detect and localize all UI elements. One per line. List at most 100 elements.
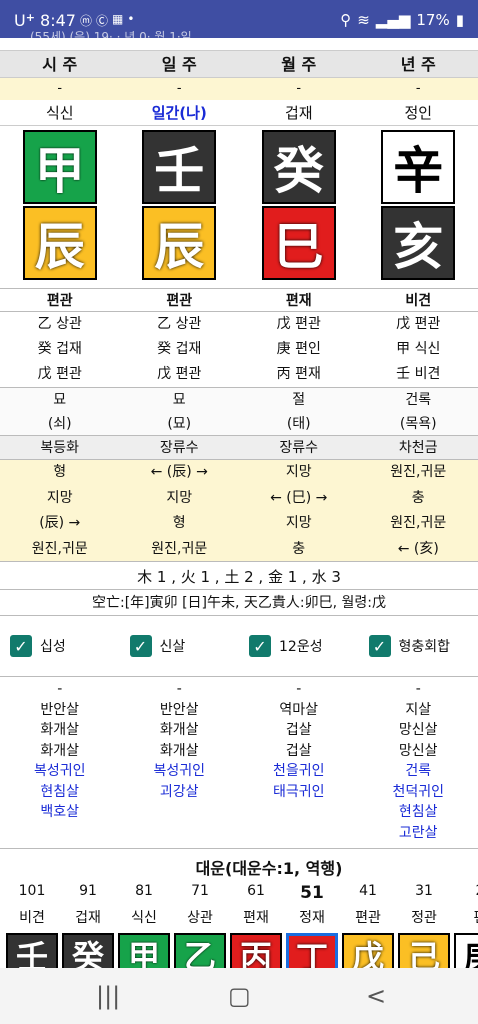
sinsal-item: 역마살 [279,701,319,718]
checkbox-12-unsung[interactable]: ✓ 12운성 [239,630,359,662]
relation-cell: 충 [292,540,306,557]
daewoon-tile[interactable]: 癸 [62,933,114,968]
dash-cell: - [57,81,63,96]
daewoon-title: 대운(대운수:1, 역행) [195,859,343,878]
heavenly-stem-tile[interactable]: 辛 [381,130,456,204]
earthly-branch-tile[interactable]: 亥 [381,206,456,280]
pillar-tiles: 甲 辰 壬 辰 癸 巳 辛 亥 [0,128,478,284]
hidden-stem: 戊 편관 [157,366,202,382]
daewoon-age: 91 [79,883,97,899]
daewoon-age: 61 [247,883,265,899]
daewoon-age: 41 [359,883,377,899]
status-bar: U+ 8:47 ⓜ Ⓒ ▦ • ⚲ ≋ ▂▄▆ 17% ▮ (55세) (음) … [0,0,478,44]
relation-cell: 원진,귀문 [31,540,88,557]
checkbox-relations[interactable]: ✓ 형충회합 [359,630,478,662]
daewoon-section: 대운(대운수:1, 역행) 101 91 81 71 61 51 41 31 2 비견 겁재 식신 상… [0,848,478,968]
heavenly-stem-tile[interactable]: 癸 [261,130,336,204]
sinsal-col: - 반안살 화개살 화개살 복성귀인 괴강살 [120,679,240,848]
checkbox-checked-icon[interactable]: ✓ [249,635,271,657]
unsung-row: 묘 (쇠) 묘 (묘) 절 (태) 건록 (목욕) [0,388,478,436]
earthly-branch-tile[interactable]: 辰 [22,206,97,280]
daewoon-role: 정재 [299,910,325,926]
guiin-item: 천덕귀인 [392,783,445,800]
daewoon-tile[interactable]: 庚 [454,933,478,968]
unsung-main: 건록 [405,392,432,408]
sinsal-columns: - 반안살 화개살 화개살 복성귀인 현침살 백호살 - 반안살 화개살 화개살… [0,676,478,848]
daewoon-tile[interactable]: 甲 [118,933,170,968]
header-day: 일 주 [161,55,197,74]
relation-cell: 형 [172,515,186,531]
earthly-branch-tile[interactable]: 辰 [142,206,217,280]
daewoon-tile[interactable]: 己 [398,933,450,968]
napeum-cell: 차천금 [398,440,438,456]
dash-cell: - [296,81,302,96]
hidden-stem: 戊 편관 [276,316,321,332]
daewoon-tile[interactable]: 丁 [286,933,338,968]
hidden-stem: 甲 식신 [396,341,441,357]
hidden-stems-col: 乙 상관 癸 겁재 戊 편관 [120,312,240,387]
home-button[interactable]: ▢ [228,982,251,1010]
unsung-main: 묘 [172,392,186,408]
unsung-sub: (쇠) [47,416,72,432]
relation-cell: ← (亥) [397,540,439,557]
header-subtitle: (55세) (음) 19· · 년 0· 월 1·일 [30,30,192,44]
sinsal-item: 겁살 [285,742,312,759]
sinsal-item: 반안살 [40,701,80,718]
dash-row: - - - - [0,78,478,100]
unsung-col: 절 (태) [239,388,359,436]
pillar-year: 辛 亥 [359,128,478,284]
daewoon-tile[interactable]: 丙 [230,933,282,968]
checkbox-checked-icon[interactable]: ✓ [368,635,391,657]
location-icon: ⚲ [340,11,352,29]
daewoon-ages: 101 91 81 71 61 51 41 31 2 [4,883,478,903]
daewoon-age: 31 [415,883,433,899]
sinsal-col: - 지살 망신살 망신살 건록 천덕귀인 현침살 고란살 [359,679,478,848]
napeum-cell: 장류수 [279,440,319,456]
signal-icon: ▂▄▆ [375,11,411,29]
daewoon-tile[interactable]: 乙 [174,933,226,968]
gongmang-line: 空亡:[年]寅卯 [日]午未, 天乙貴人:卯巳, 월령:戊 [0,590,478,616]
checkbox-ten-gods[interactable]: ✓ 십성 [0,630,120,662]
relation-cell: 지망 [285,515,312,531]
napeum-row: 복등화 장류수 장류수 차천금 [0,436,478,460]
battery-icon: ▮ [455,11,464,29]
daewoon-age: 101 [18,883,46,899]
pillar-hour: 甲 辰 [0,128,120,284]
checkbox-sinsal[interactable]: ✓ 신살 [120,630,240,662]
hidden-stems-col: 戊 편관 庚 편인 丙 편재 [239,312,359,387]
checkbox-label: 신살 [159,639,186,655]
daewoon-tiles[interactable]: 壬癸甲乙丙丁戊己庚 [4,933,478,968]
sinsal-col: - 반안살 화개살 화개살 복성귀인 현침살 백호살 [0,679,120,848]
daewoon-tile[interactable]: 戊 [342,933,394,968]
hidden-stem: 戊 편관 [396,316,441,332]
guiin-item: 건록 [405,763,432,779]
guiin-item: 태극귀인 [272,783,325,800]
sinsal-col: - 역마살 겁살 겁살 천을귀인 태극귀인 [239,679,359,848]
role-cell: 식신 [45,104,74,122]
guiin-item: 고란살 [398,824,438,841]
napeum-cell: 복등화 [40,440,80,456]
relation-cell: ← (辰) → [150,464,208,480]
checkbox-checked-icon[interactable]: ✓ [10,635,32,657]
ten-god-cell: 비견 [405,293,432,309]
messenger-icon: ⓜ [80,14,93,28]
sinsal-item: - [176,681,182,697]
battery-level: 17% [416,11,450,29]
unsung-main: 절 [292,392,306,408]
daewoon-tile[interactable]: 壬 [6,933,58,968]
checkbox-checked-icon[interactable]: ✓ [129,635,152,657]
sinsal-item: - [57,681,63,697]
heavenly-stem-tile[interactable]: 甲 [22,130,97,204]
guiin-item: 괴강살 [159,783,199,800]
system-nav-bar: ||| ▢ < [0,968,478,1024]
guiin-item: 현침살 [398,804,438,820]
wifi-icon: ≋ [357,11,370,29]
recent-apps-button[interactable]: ||| [96,982,120,1010]
hidden-stem: 丙 편재 [276,366,321,382]
heavenly-stem-tile[interactable]: 壬 [142,130,217,204]
unsung-main: 묘 [53,392,67,408]
earthly-branch-tile[interactable]: 巳 [261,206,336,280]
back-button[interactable]: < [366,982,386,1010]
guiin-item: 복성귀인 [153,763,206,779]
sinsal-item: 겁살 [285,722,312,738]
